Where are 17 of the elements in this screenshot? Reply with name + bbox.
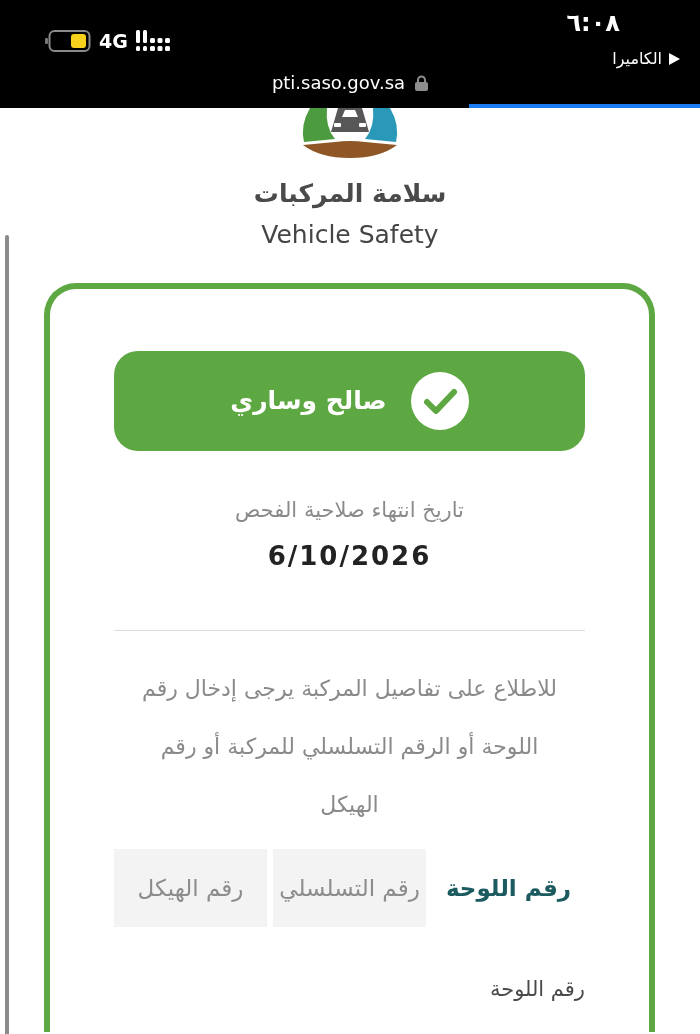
brand-name-english: Vehicle Safety [261,219,439,251]
logo-icon [300,108,400,158]
brand-name-arabic: سلامة المركبات [253,178,447,211]
battery-icon [45,30,91,52]
expiry-date: 6/10/2026 [267,541,432,571]
instructions-text: للاطلاع على تفاصيل المركبة يرجى إدخال رقم اللوحة أو الرقم التسلسلي للمركبة أو رقم الهيكل [141,675,558,819]
status-text: صالح وساري [230,385,387,418]
lock-icon [415,75,429,91]
expiry-label: تاريخ انتهاء صلاحية الفحص [234,497,465,524]
field-label: رقم اللوحة [489,976,585,1003]
signal-icon [135,30,170,52]
check-icon [410,372,469,430]
back-to-app-link[interactable]: الكاميرا [612,49,680,69]
address-url[interactable]: pti.saso.gov.sa [271,72,406,94]
status-time: ٦:٠٨ [566,9,620,37]
network-type: 4G [99,30,128,52]
triangle-icon [669,53,680,65]
